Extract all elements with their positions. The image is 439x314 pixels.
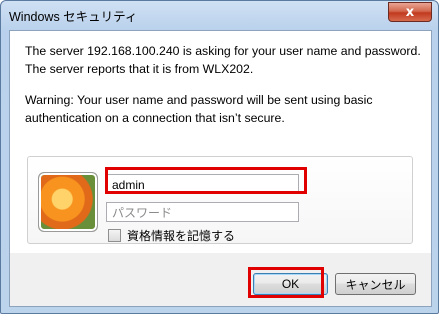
- close-button[interactable]: x: [388, 2, 432, 22]
- ok-highlight-box: [248, 267, 324, 298]
- username-highlight-box: [105, 167, 307, 194]
- cancel-button[interactable]: キャンセル: [335, 273, 416, 295]
- content-area: The server 192.168.100.240 is asking for…: [10, 31, 431, 253]
- security-dialog: Windows セキュリティ x The server 192.168.100.…: [0, 0, 439, 314]
- password-input[interactable]: パスワード: [106, 202, 299, 222]
- close-icon: x: [405, 4, 415, 20]
- window-title: Windows セキュリティ: [9, 10, 138, 24]
- remember-credentials[interactable]: 資格情報を記憶する: [108, 227, 235, 244]
- user-avatar: [38, 172, 98, 232]
- remember-label: 資格情報を記憶する: [127, 229, 236, 243]
- remember-checkbox[interactable]: [108, 229, 121, 242]
- warning-message: Warning: Your user name and password wil…: [25, 93, 373, 125]
- title-bar: Windows セキュリティ x: [1, 1, 438, 29]
- server-message: The server 192.168.100.240 is asking for…: [25, 44, 421, 76]
